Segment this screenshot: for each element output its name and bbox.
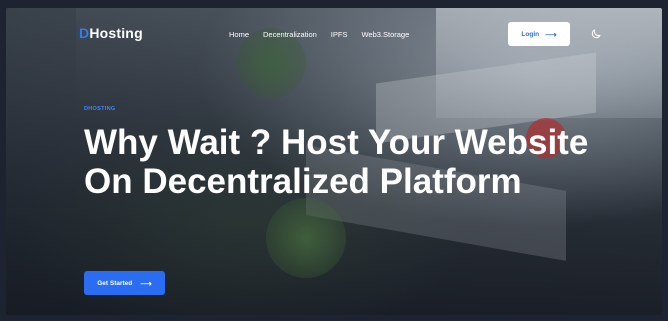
arrow-right-icon: ⟶ <box>140 278 152 288</box>
nav-item-ipfs[interactable]: IPFS <box>331 30 348 39</box>
brand-logo-name: Hosting <box>89 25 143 41</box>
brand-logo-prefix: D <box>79 25 90 41</box>
hero-eyebrow: DHOSTING <box>84 106 116 112</box>
moon-icon[interactable] <box>590 28 602 40</box>
top-navbar: DHosting Home Decentralization IPFS Web3… <box>0 0 668 52</box>
login-button-label: Login <box>521 30 540 38</box>
brand-logo[interactable]: DHosting <box>79 25 143 41</box>
nav-menu: Home Decentralization IPFS Web3.Storage <box>229 30 409 39</box>
get-started-button[interactable]: Get Started ⟶ <box>84 271 165 295</box>
hero-title: Why Wait ? Host Your Website On Decentra… <box>84 123 589 201</box>
arrow-right-icon: ⟶ <box>545 29 557 39</box>
get-started-label: Get Started <box>97 279 133 287</box>
nav-item-web3-storage[interactable]: Web3.Storage <box>361 30 409 39</box>
nav-item-decentralization[interactable]: Decentralization <box>263 30 317 39</box>
login-button[interactable]: Login ⟶ <box>508 22 570 46</box>
nav-item-home[interactable]: Home <box>229 30 249 39</box>
